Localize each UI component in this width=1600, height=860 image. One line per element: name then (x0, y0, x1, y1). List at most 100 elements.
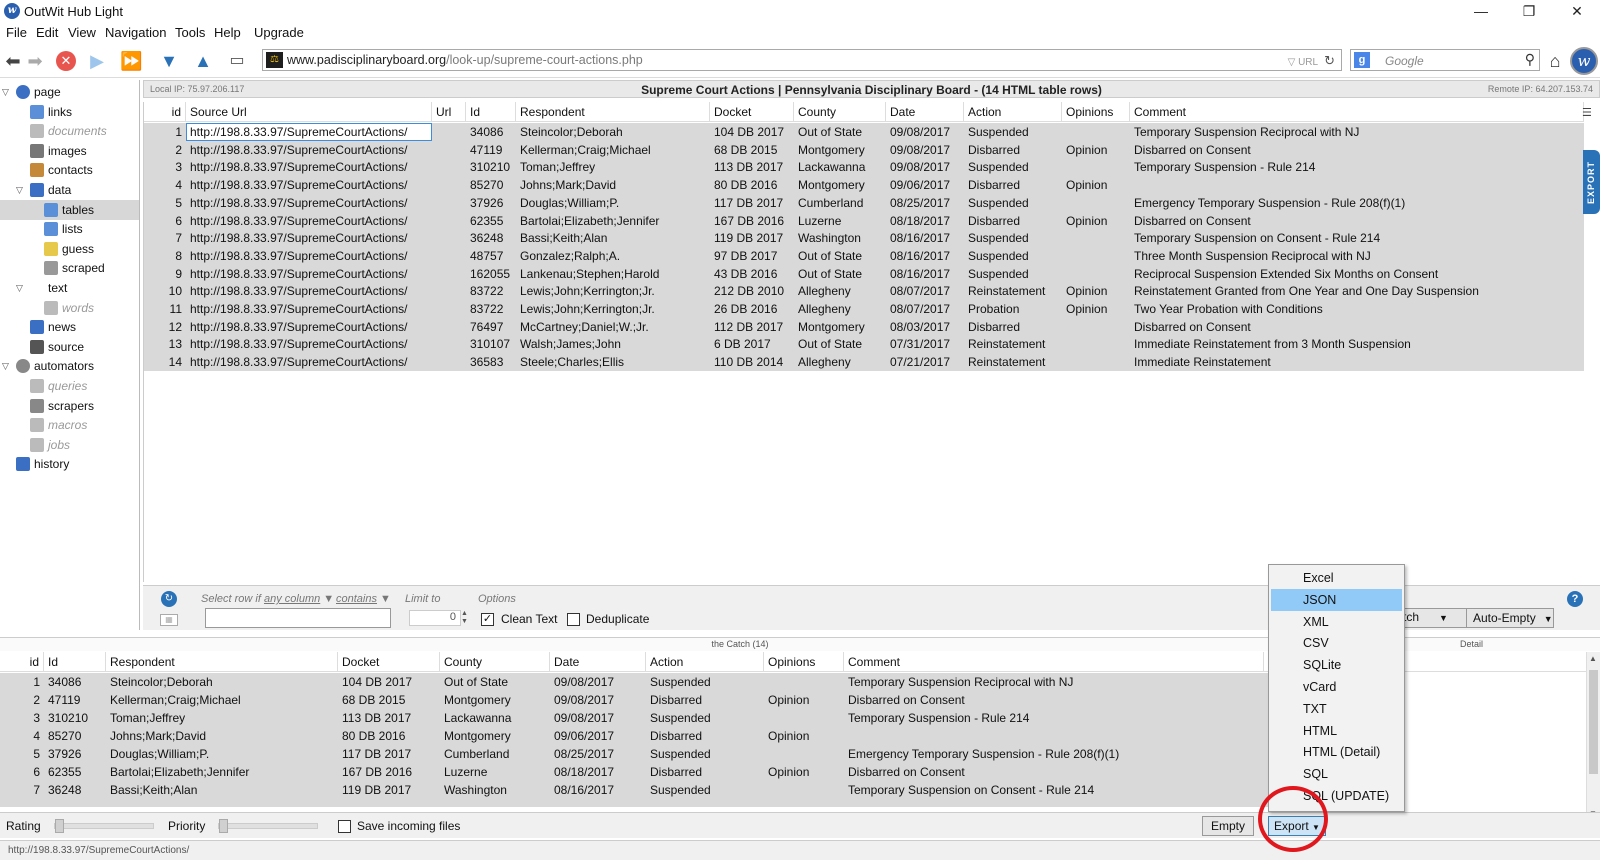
table-cell[interactable]: Probation (964, 300, 1062, 318)
catch-row[interactable]: 1 34086 Steincolor;Deborah 104 DB 2017 Out o… (0, 673, 1270, 691)
table-cell[interactable] (1130, 176, 1584, 194)
table-cell[interactable]: 13 (144, 335, 186, 353)
table-cell[interactable] (432, 282, 466, 300)
table-cell[interactable]: Reinstatement Granted from One Year and … (1130, 282, 1584, 300)
table-row[interactable]: 13 http://198.8.33.97/SupremeCourtActions… (144, 335, 1584, 354)
table-cell[interactable]: 09/08/2017 (886, 123, 964, 141)
table-cell[interactable]: Cumberland (794, 194, 886, 212)
catch-cell[interactable]: Kellerman;Craig;Michael (106, 691, 338, 709)
table-cell[interactable] (1062, 229, 1130, 247)
search-icon[interactable]: ⚲ (1525, 51, 1535, 68)
table-cell[interactable]: 12 (144, 318, 186, 336)
catch-cell[interactable]: 1 (0, 673, 44, 691)
table-cell[interactable] (1062, 335, 1130, 353)
table-cell[interactable] (432, 300, 466, 318)
catch-cell[interactable]: 7 (0, 781, 44, 799)
tree-toggle-icon[interactable]: ▽ (16, 278, 23, 298)
export-menu-item-txt[interactable]: TXT (1271, 698, 1402, 720)
refresh-icon[interactable]: ↻ (1324, 53, 1335, 68)
limit-stepper[interactable]: 0 (409, 610, 461, 626)
catch-cell[interactable]: 37926 (44, 745, 106, 763)
catch-cell[interactable]: 80 DB 2016 (338, 727, 440, 745)
url-text[interactable]: www.padisciplinaryboard.org/look-up/supr… (287, 53, 643, 67)
stepper-arrows-icon[interactable]: ▲ ▼ (461, 610, 471, 626)
table-row[interactable]: 12 http://198.8.33.97/SupremeCourtActions… (144, 317, 1584, 336)
table-cell[interactable]: Montgomery (794, 176, 886, 194)
catch-row[interactable]: 3 310210 Toman;Jeffrey 113 DB 2017 Lackawann… (0, 709, 1270, 727)
sidebar-item-scraped[interactable]: scraped (0, 258, 139, 278)
play-icon[interactable]: ▶ (86, 50, 108, 72)
table-cell[interactable]: Disbarred (964, 318, 1062, 336)
sidebar-item-scrapers[interactable]: scrapers (0, 396, 139, 416)
table-cell[interactable]: http://198.8.33.97/SupremeCourtActions/ (186, 194, 432, 212)
sidebar-item-links[interactable]: links (0, 102, 139, 122)
table-cell[interactable]: Suspended (964, 265, 1062, 283)
column-header-respondent[interactable]: Respondent (516, 102, 710, 122)
table-cell[interactable]: Emergency Temporary Suspension - Rule 20… (1130, 194, 1584, 212)
grid-view-icon[interactable]: ▦ (160, 614, 178, 626)
export-menu-item-html-detail[interactable]: HTML (Detail) (1271, 741, 1402, 763)
table-cell[interactable]: Montgomery (794, 318, 886, 336)
table-cell[interactable]: Washington (794, 229, 886, 247)
catch-cell[interactable]: 47119 (44, 691, 106, 709)
table-cell[interactable] (432, 176, 466, 194)
sidebar-item-automators[interactable]: ▽ automators (0, 356, 139, 376)
catch-cell[interactable]: 4 (0, 727, 44, 745)
table-cell[interactable] (432, 158, 466, 176)
catch-column-header-id[interactable]: id (0, 652, 44, 672)
table-cell[interactable]: Suspended (964, 247, 1062, 265)
table-cell[interactable]: 36583 (466, 353, 516, 371)
catch-column-header-comment[interactable]: Comment (844, 652, 1264, 672)
catch-cell[interactable]: 2 (0, 691, 44, 709)
catch-cell[interactable]: Temporary Suspension - Rule 214 (844, 709, 1264, 727)
catch-cell[interactable]: 36248 (44, 781, 106, 799)
catch-cell[interactable]: Disbarred on Consent (844, 763, 1264, 781)
table-cell[interactable]: Luzerne (794, 212, 886, 230)
auto-empty-dropdown-icon[interactable]: ▼ (1544, 614, 1553, 624)
table-cell[interactable]: Bassi;Keith;Alan (516, 229, 710, 247)
catch-column-header-id[interactable]: Id (44, 652, 106, 672)
export-menu-item-html[interactable]: HTML (1271, 720, 1402, 742)
table-cell[interactable] (432, 194, 466, 212)
table-cell[interactable] (432, 247, 466, 265)
table-cell[interactable] (1062, 353, 1130, 371)
catch-cell[interactable]: Out of State (440, 673, 550, 691)
catch-cell[interactable]: Bartolai;Elizabeth;Jennifer (106, 763, 338, 781)
outwit-logo-icon[interactable]: w (1570, 47, 1598, 75)
export-menu-item-vcard[interactable]: vCard (1271, 676, 1402, 698)
tree-toggle-icon[interactable]: ▽ (2, 82, 9, 102)
table-cell[interactable]: Lewis;John;Kerrington;Jr. (516, 282, 710, 300)
sidebar-item-queries[interactable]: queries (0, 376, 139, 396)
catch-cell[interactable]: Opinion (764, 763, 844, 781)
table-cell[interactable]: Reciprocal Suspension Extended Six Month… (1130, 265, 1584, 283)
table-cell[interactable]: http://198.8.33.97/SupremeCourtActions/ (186, 123, 432, 141)
column-header-url[interactable]: Url (432, 102, 466, 122)
export-side-tab[interactable]: EXPORT (1583, 150, 1600, 214)
table-cell[interactable]: 43 DB 2016 (710, 265, 794, 283)
table-cell[interactable]: 11 (144, 300, 186, 318)
table-cell[interactable]: 117 DB 2017 (710, 194, 794, 212)
table-cell[interactable]: 80 DB 2016 (710, 176, 794, 194)
column-header-docket[interactable]: Docket (710, 102, 794, 122)
tree-toggle-icon[interactable]: ▽ (2, 356, 9, 376)
table-cell[interactable]: 48757 (466, 247, 516, 265)
table-cell[interactable]: Montgomery (794, 141, 886, 159)
table-row[interactable]: 14 http://198.8.33.97/SupremeCourtActions… (144, 353, 1584, 372)
table-cell[interactable]: 36248 (466, 229, 516, 247)
back-icon[interactable]: ⬅ (2, 50, 24, 72)
sidebar-item-source[interactable]: source (0, 337, 139, 357)
any-column-selector[interactable]: any column (264, 593, 320, 605)
column-header-id[interactable]: Id (466, 102, 516, 122)
table-cell[interactable]: 110 DB 2014 (710, 353, 794, 371)
catch-cell[interactable]: Disbarred (646, 727, 764, 745)
catch-cell[interactable]: 104 DB 2017 (338, 673, 440, 691)
catch-cell[interactable]: 117 DB 2017 (338, 745, 440, 763)
catch-cell[interactable]: Suspended (646, 781, 764, 799)
catch-cell[interactable]: 68 DB 2015 (338, 691, 440, 709)
table-cell[interactable] (1062, 265, 1130, 283)
table-cell[interactable]: 119 DB 2017 (710, 229, 794, 247)
search-box[interactable]: g Google ⚲ (1350, 49, 1540, 71)
catch-cell[interactable]: 08/18/2017 (550, 763, 646, 781)
table-cell[interactable]: Allegheny (794, 300, 886, 318)
sidebar-item-guess[interactable]: guess (0, 239, 139, 259)
